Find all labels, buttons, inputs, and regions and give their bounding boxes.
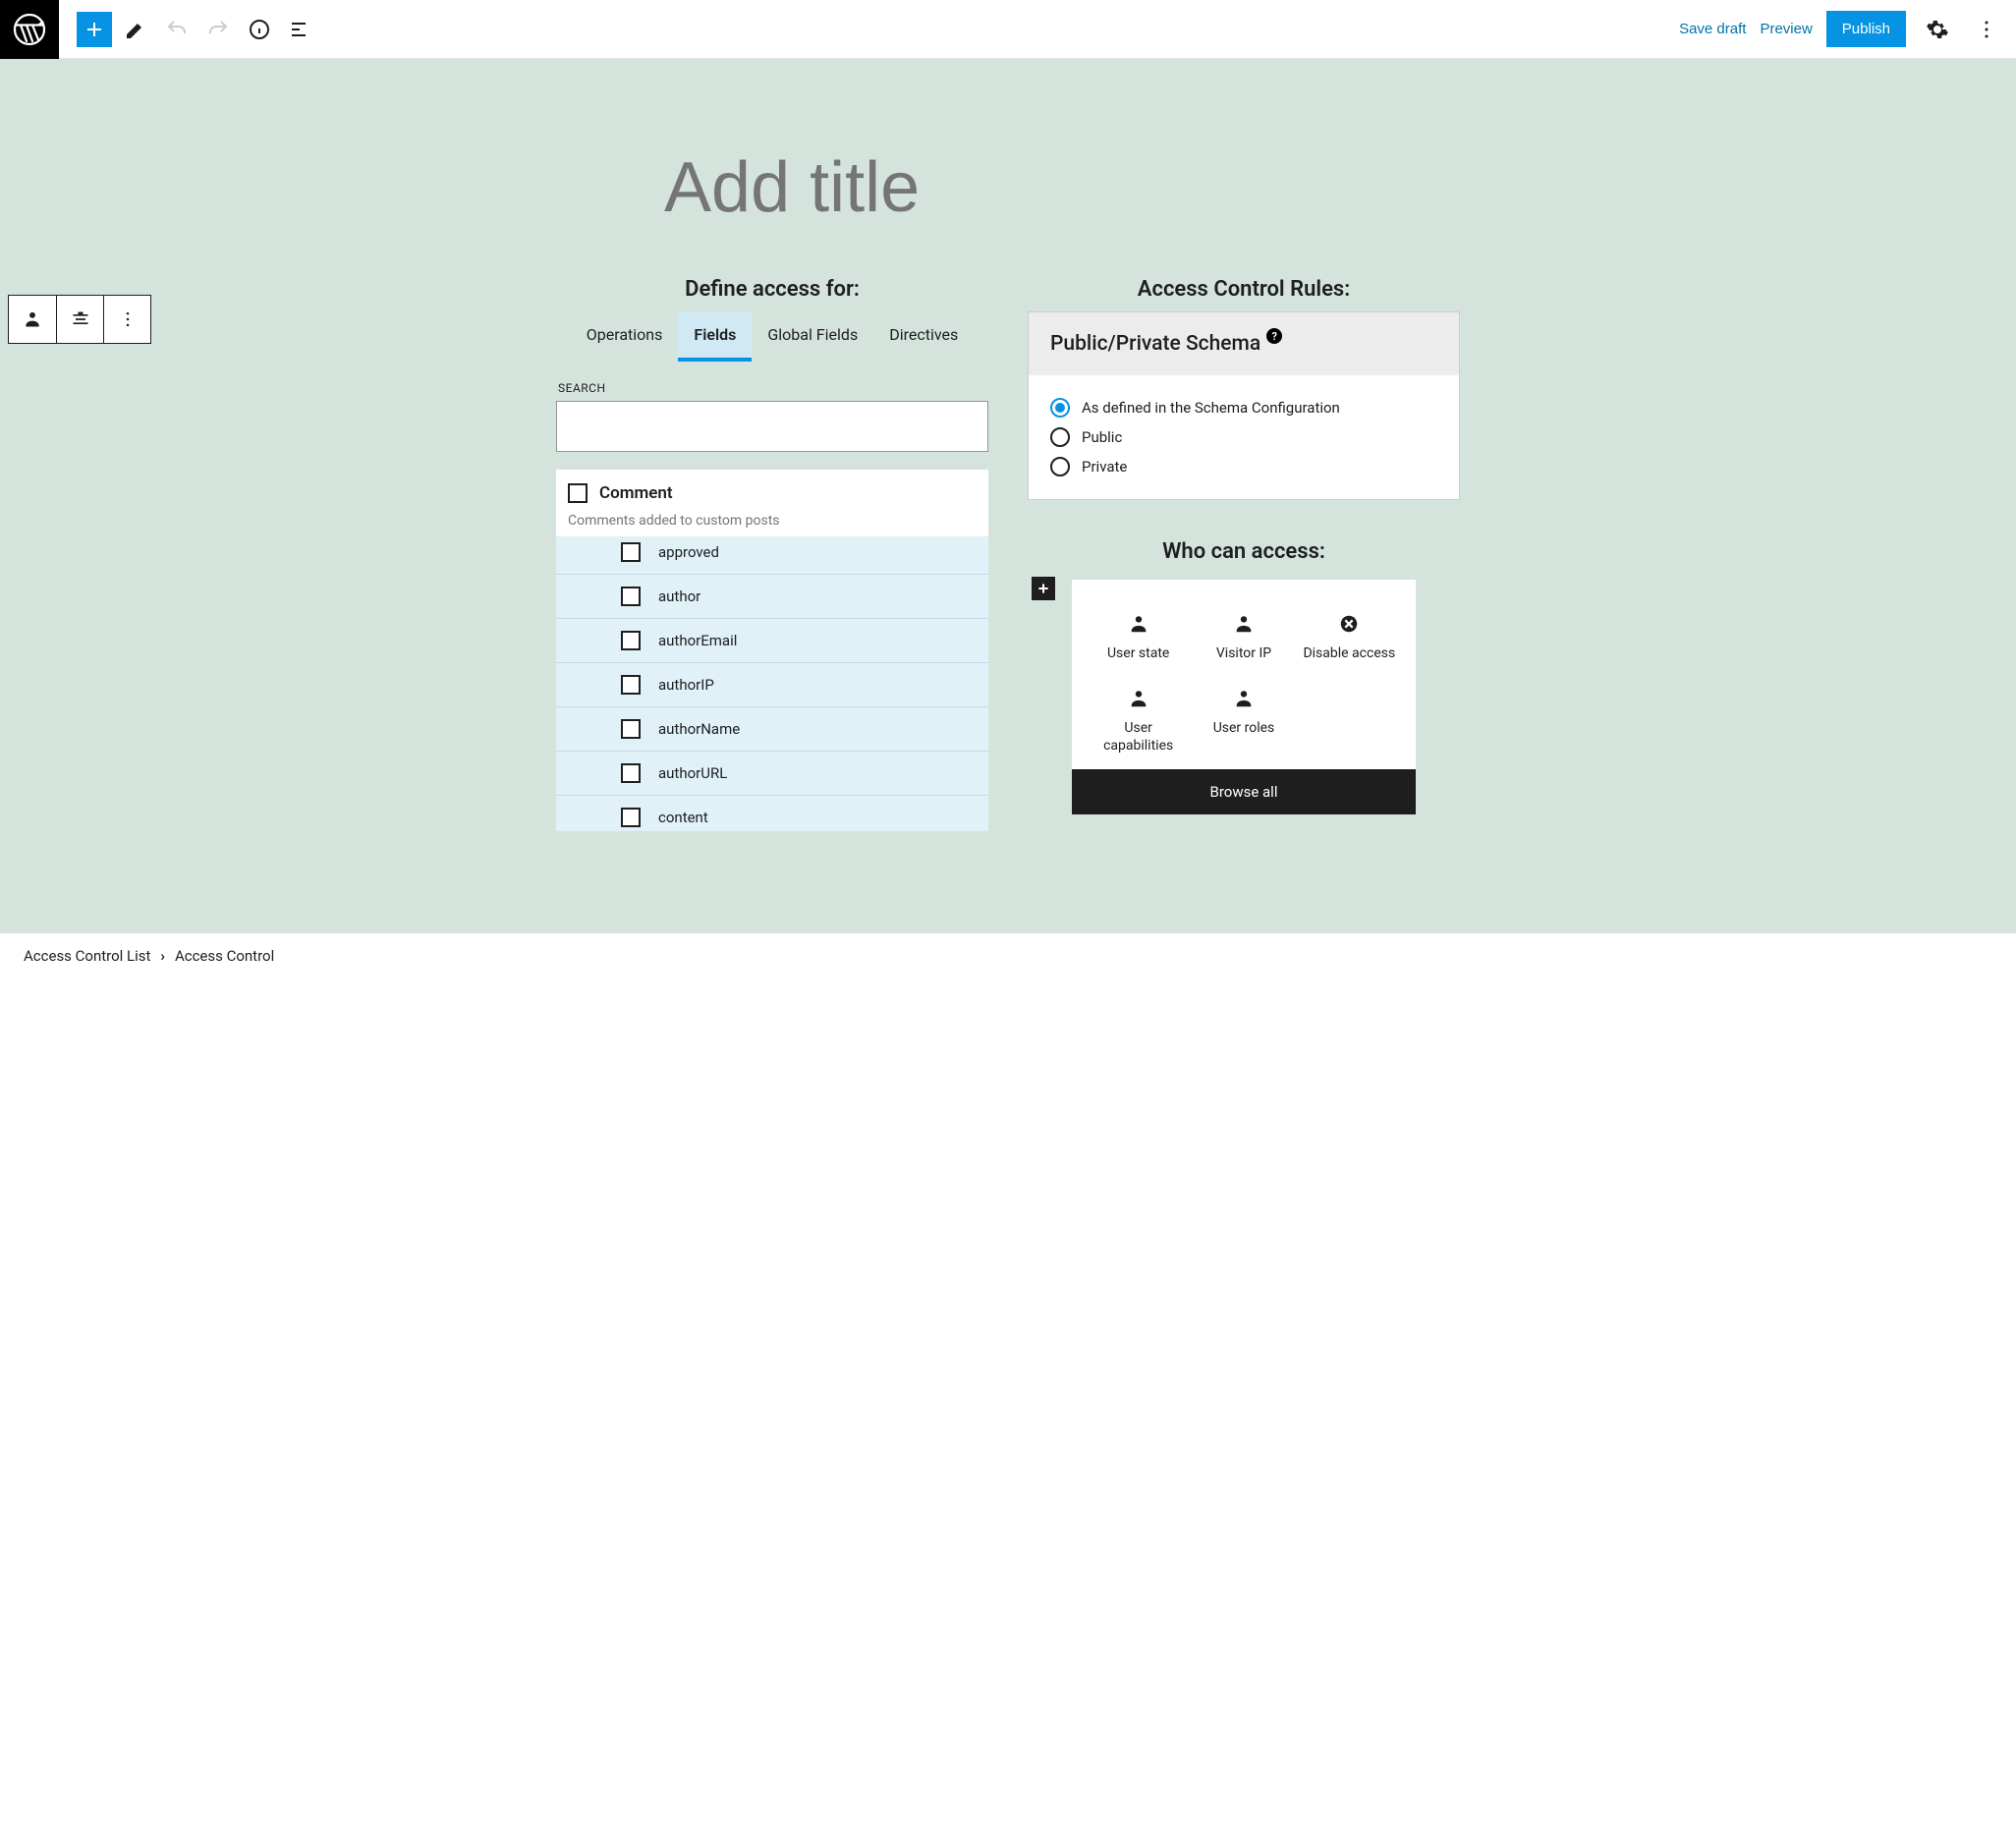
field-item[interactable]: author xyxy=(556,575,988,619)
define-access-heading: Define access for: xyxy=(556,277,988,302)
redo-button[interactable] xyxy=(200,12,236,47)
radio-label: Private xyxy=(1082,458,1127,476)
access-label: User state xyxy=(1107,644,1169,662)
field-checkbox[interactable] xyxy=(621,675,641,695)
tab-directives[interactable]: Directives xyxy=(873,311,974,362)
help-icon[interactable]: ? xyxy=(1266,328,1282,344)
field-name: authorName xyxy=(658,720,740,738)
field-item[interactable]: content xyxy=(556,796,988,831)
field-name: approved xyxy=(658,543,719,561)
tab-operations[interactable]: Operations xyxy=(571,311,679,362)
field-name: authorURL xyxy=(658,764,727,782)
field-item[interactable]: authorURL xyxy=(556,752,988,796)
publish-button[interactable]: Publish xyxy=(1826,11,1906,47)
save-draft-button[interactable]: Save draft xyxy=(1679,21,1746,37)
info-button[interactable] xyxy=(242,12,277,47)
access-label: Disable access xyxy=(1303,644,1395,662)
field-checkbox[interactable] xyxy=(621,587,641,606)
tab-global-fields[interactable]: Global Fields xyxy=(752,311,873,362)
field-item[interactable]: authorIP xyxy=(556,663,988,707)
field-item[interactable]: authorEmail xyxy=(556,619,988,663)
access-item-visitor-ip[interactable]: Visitor IP xyxy=(1193,607,1294,668)
wordpress-logo[interactable] xyxy=(0,0,59,59)
access-item-user-state[interactable]: User state xyxy=(1088,607,1189,668)
field-checkbox[interactable] xyxy=(621,763,641,783)
radio-option[interactable]: Public xyxy=(1050,422,1437,452)
access-item-user-capabilities[interactable]: User capabilities xyxy=(1088,682,1189,760)
access-label: Visitor IP xyxy=(1216,644,1271,662)
undo-button[interactable] xyxy=(159,12,195,47)
field-item[interactable]: authorName xyxy=(556,707,988,752)
block-toolbar xyxy=(8,295,151,344)
who-heading: Who can access: xyxy=(1028,539,1460,564)
rule-title: Public/Private Schema xyxy=(1050,332,1260,356)
breadcrumb-item[interactable]: Access Control List xyxy=(24,947,150,965)
edit-icon[interactable] xyxy=(118,12,153,47)
radio-icon xyxy=(1050,427,1070,447)
field-checkbox[interactable] xyxy=(621,719,641,739)
field-name: authorEmail xyxy=(658,632,737,649)
field-name: content xyxy=(658,809,708,826)
field-name: author xyxy=(658,588,700,605)
access-item-disable-access[interactable]: Disable access xyxy=(1299,607,1400,668)
preview-button[interactable]: Preview xyxy=(1760,21,1812,37)
access-tabs: OperationsFieldsGlobal FieldsDirectives xyxy=(556,311,988,362)
access-label: User roles xyxy=(1213,719,1275,737)
access-label: User capabilities xyxy=(1090,719,1187,755)
rules-heading: Access Control Rules: xyxy=(1028,277,1460,302)
browse-all-button[interactable]: Browse all xyxy=(1072,769,1416,814)
field-name: authorIP xyxy=(658,676,714,694)
settings-button[interactable] xyxy=(1920,12,1955,47)
group-checkbox[interactable] xyxy=(568,483,588,503)
more-button[interactable] xyxy=(1969,12,2004,47)
tab-fields[interactable]: Fields xyxy=(678,311,752,362)
block-type-icon[interactable] xyxy=(9,296,56,343)
field-checkbox[interactable] xyxy=(621,808,641,827)
group-title: Comment xyxy=(599,483,673,503)
radio-icon xyxy=(1050,457,1070,476)
add-block-button[interactable] xyxy=(77,12,112,47)
breadcrumb: Access Control List › Access Control xyxy=(0,933,2016,979)
block-more-button[interactable] xyxy=(103,296,150,343)
radio-option[interactable]: Private xyxy=(1050,452,1437,481)
access-item-user-roles[interactable]: User roles xyxy=(1193,682,1294,760)
chevron-right-icon: › xyxy=(160,947,165,965)
radio-label: As defined in the Schema Configuration xyxy=(1082,399,1340,417)
post-title-input[interactable] xyxy=(664,147,1352,228)
radio-icon xyxy=(1050,398,1070,418)
search-input[interactable] xyxy=(556,401,988,452)
group-description: Comments added to custom posts xyxy=(568,513,977,529)
radio-label: Public xyxy=(1082,428,1122,446)
field-checkbox[interactable] xyxy=(621,542,641,562)
radio-option[interactable]: As defined in the Schema Configuration xyxy=(1050,393,1437,422)
search-label: SEARCH xyxy=(558,381,988,395)
align-button[interactable] xyxy=(56,296,103,343)
field-checkbox[interactable] xyxy=(621,631,641,650)
add-rule-button[interactable] xyxy=(1032,577,1055,600)
breadcrumb-item[interactable]: Access Control xyxy=(175,947,274,965)
outline-button[interactable] xyxy=(283,12,318,47)
field-item[interactable]: approved xyxy=(556,536,988,575)
